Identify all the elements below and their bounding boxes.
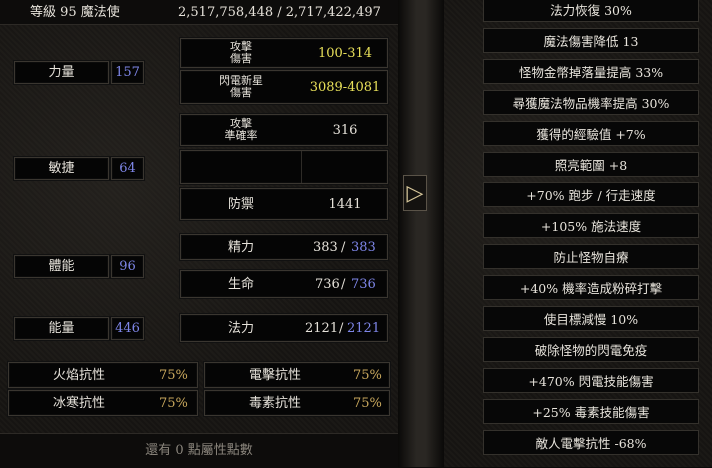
vitality-value-box: 96 xyxy=(111,255,144,278)
attack-damage-label-1: 攻擊 xyxy=(230,40,252,53)
energy-label: 能量 xyxy=(48,321,75,336)
stamina-current: 383 xyxy=(313,240,338,255)
advanced-stat-row: 獲得的經驗值 +7% xyxy=(483,121,699,146)
fire-resist-label: 火焰抗性 xyxy=(52,368,105,383)
stamina-row: 精力 383 / 383 xyxy=(180,234,388,260)
experience-value: 2,517,758,448 / 2,717,422,497 xyxy=(178,5,381,20)
poison-resist-value: 75% xyxy=(353,396,382,411)
advanced-stat-text: +70% 跑步 / 行走速度 xyxy=(526,188,656,203)
advanced-stat-row: +25% 毒素技能傷害 xyxy=(483,399,699,424)
advanced-stat-text: +25% 毒素技能傷害 xyxy=(532,405,650,420)
toggle-stats-arrow-button[interactable]: ▷ xyxy=(403,175,427,211)
cold-resist-value: 75% xyxy=(159,396,188,411)
life-row: 生命 736 / 736 xyxy=(180,270,388,298)
character-header: 等級 95 魔法使 2,517,758,448 / 2,717,422,497 xyxy=(0,0,398,25)
advanced-stat-row: 防止怪物自療 xyxy=(483,244,699,269)
life-current: 736 xyxy=(315,277,340,292)
advanced-stat-row: 魔法傷害降低 13 xyxy=(483,28,699,53)
advanced-stat-text: 照亮範圍 +8 xyxy=(554,158,628,173)
lightning-resist-row: 電擊抗性 75% xyxy=(204,362,390,388)
advanced-stat-row: 破除怪物的閃電免疫 xyxy=(483,337,699,362)
poison-resist-row: 毒素抗性 75% xyxy=(204,390,390,416)
poison-resist-label: 毒素抗性 xyxy=(248,396,301,411)
strength-value: 157 xyxy=(115,65,140,80)
attack-damage-value: 100-314 xyxy=(317,46,373,61)
advanced-stat-text: 怪物金幣掉落量提高 33% xyxy=(518,65,664,80)
dexterity-label-box: 敏捷 xyxy=(14,157,109,180)
advanced-stat-row: 怪物金幣掉落量提高 33% xyxy=(483,59,699,84)
empty-stat-row xyxy=(180,150,388,184)
lightning-resist-label: 電擊抗性 xyxy=(248,368,301,383)
energy-value: 446 xyxy=(115,321,140,336)
attack-rating-row: 攻擊 準確率 316 xyxy=(180,114,388,146)
defense-label: 防禦 xyxy=(227,197,254,212)
attack-rating-label-2: 準確率 xyxy=(224,129,258,142)
strength-value-box: 157 xyxy=(111,61,144,84)
dexterity-label: 敏捷 xyxy=(48,161,75,176)
level-class-label: 等級 95 魔法使 xyxy=(30,5,120,20)
lightning-nova-label-1: 閃電新星 xyxy=(219,74,263,87)
dexterity-value: 64 xyxy=(119,161,136,176)
strength-label: 力量 xyxy=(48,65,75,80)
defense-row: 防禦 1441 xyxy=(180,188,388,220)
advanced-stat-row: +70% 跑步 / 行走速度 xyxy=(483,182,699,207)
attack-damage-label-2: 傷害 xyxy=(230,52,252,65)
advanced-stat-row: +40% 機率造成粉碎打擊 xyxy=(483,275,699,300)
panel-divider xyxy=(398,0,444,467)
advanced-stat-row: 照亮範圍 +8 xyxy=(483,152,699,177)
lightning-nova-label-2: 傷害 xyxy=(230,86,252,99)
advanced-stat-text: 魔法傷害降低 13 xyxy=(543,34,639,49)
advanced-stat-text: 法力恢復 30% xyxy=(550,3,632,18)
stamina-label: 精力 xyxy=(227,240,254,255)
cold-resist-label: 冰寒抗性 xyxy=(52,396,105,411)
advanced-stat-text: +470% 閃電技能傷害 xyxy=(528,374,654,389)
fire-resist-value: 75% xyxy=(159,368,188,383)
advanced-stat-row: +470% 閃電技能傷害 xyxy=(483,368,699,393)
advanced-stat-text: 尋獲魔法物品機率提高 30% xyxy=(512,96,670,111)
life-separator: / xyxy=(341,277,346,292)
remaining-points-text: 還有 0 點屬性點數 xyxy=(145,443,253,458)
arrow-right-icon: ▷ xyxy=(406,180,424,206)
advanced-stat-text: +40% 機率造成粉碎打擊 xyxy=(519,281,663,296)
advanced-stat-row: 使目標減慢 10% xyxy=(483,306,699,331)
cold-resist-row: 冰寒抗性 75% xyxy=(8,390,198,416)
fire-resist-row: 火焰抗性 75% xyxy=(8,362,198,388)
energy-value-box: 446 xyxy=(111,317,144,340)
lightning-nova-damage-row: 閃電新星 傷害 3089-4081 xyxy=(180,70,388,104)
remaining-points-bar: 還有 0 點屬性點數 xyxy=(0,433,398,468)
attack-rating-label-1: 攻擊 xyxy=(230,117,252,130)
attack-damage-row: 攻擊 傷害 100-314 xyxy=(180,38,388,68)
vitality-value: 96 xyxy=(119,259,136,274)
advanced-stat-row: 法力恢復 30% xyxy=(483,0,699,22)
lightning-nova-damage-value: 3089-4081 xyxy=(309,80,381,95)
vitality-label: 體能 xyxy=(48,259,75,274)
dexterity-value-box: 64 xyxy=(111,157,144,180)
advanced-stat-text: 獲得的經驗值 +7% xyxy=(536,127,646,142)
defense-value: 1441 xyxy=(328,197,362,212)
mana-label: 法力 xyxy=(227,321,254,336)
advanced-stat-text: 敵人電擊抗性 -68% xyxy=(535,436,647,451)
mana-separator: / xyxy=(339,321,344,336)
advanced-stat-text: +105% 施法速度 xyxy=(540,219,642,234)
lightning-resist-value: 75% xyxy=(353,368,382,383)
advanced-stat-row: +105% 施法速度 xyxy=(483,213,699,238)
advanced-stat-text: 破除怪物的閃電免疫 xyxy=(534,343,648,358)
advanced-stat-row: 尋獲魔法物品機率提高 30% xyxy=(483,90,699,115)
life-label: 生命 xyxy=(227,277,254,292)
stamina-max: 383 xyxy=(351,240,376,255)
mana-max: 2121 xyxy=(347,321,381,336)
advanced-stat-text: 使目標減慢 10% xyxy=(543,312,639,327)
mana-row: 法力 2121 / 2121 xyxy=(180,314,388,342)
character-panel: 等級 95 魔法使 2,517,758,448 / 2,717,422,497 … xyxy=(0,0,398,468)
strength-label-box: 力量 xyxy=(14,61,109,84)
stamina-separator: / xyxy=(341,240,346,255)
advanced-stat-row: 敵人電擊抗性 -68% xyxy=(483,430,699,455)
energy-label-box: 能量 xyxy=(14,317,109,340)
vitality-label-box: 體能 xyxy=(14,255,109,278)
attack-rating-value: 316 xyxy=(332,123,358,138)
life-max: 736 xyxy=(351,277,376,292)
mana-current: 2121 xyxy=(305,321,339,336)
advanced-stat-text: 防止怪物自療 xyxy=(553,250,629,265)
